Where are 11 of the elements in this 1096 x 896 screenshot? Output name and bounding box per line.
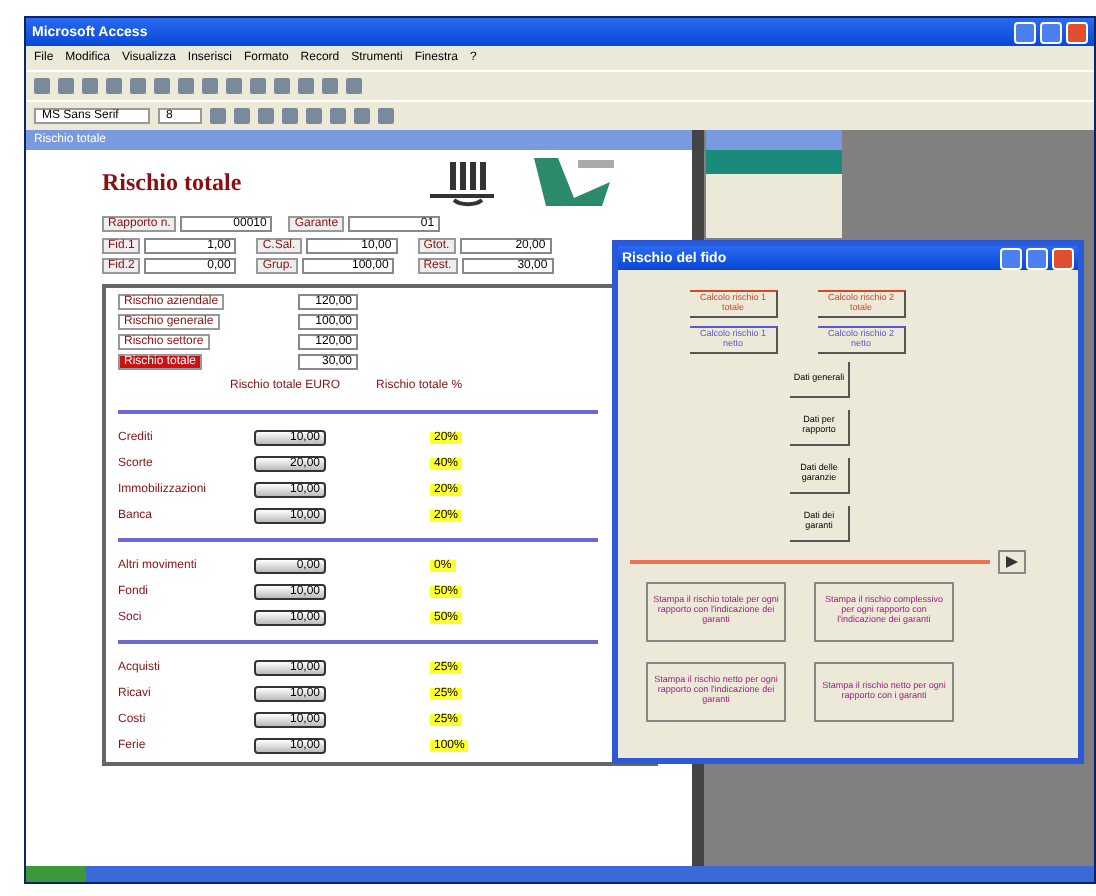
minimize-button[interactable]: [1000, 247, 1022, 269]
emblem-icon: [530, 154, 618, 210]
arrow-icon: [1004, 553, 1020, 570]
form-title: Rischio totale: [102, 167, 244, 197]
close-button[interactable]: [1066, 21, 1088, 43]
maximize-button[interactable]: [1040, 21, 1062, 43]
start-button[interactable]: [26, 866, 86, 882]
minimize-button[interactable]: [1014, 21, 1036, 43]
next-button[interactable]: [998, 549, 1026, 574]
maximize-button[interactable]: [1026, 247, 1048, 269]
close-button[interactable]: [1052, 247, 1074, 269]
